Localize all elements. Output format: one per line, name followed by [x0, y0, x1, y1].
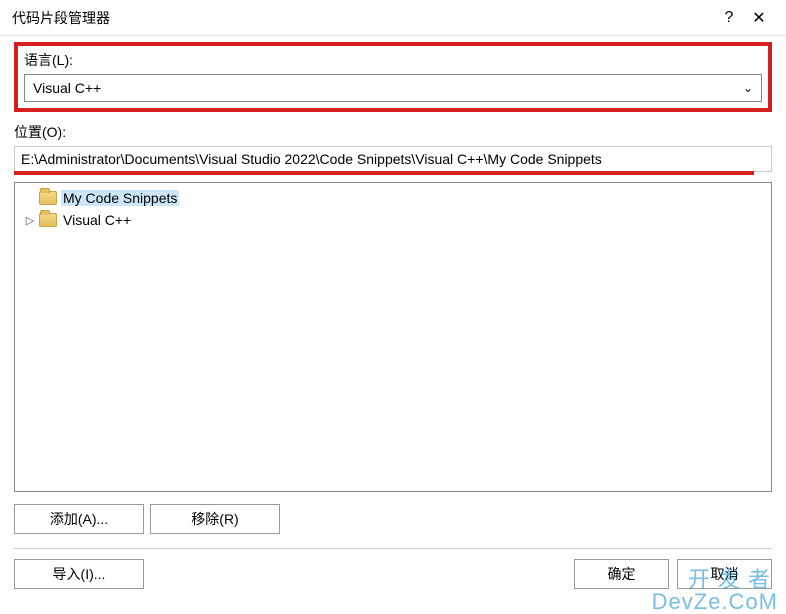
- cancel-button[interactable]: 取消: [677, 559, 772, 589]
- language-label: 语言(L):: [24, 50, 762, 70]
- tree-item-label: Visual C++: [61, 212, 133, 228]
- language-dropdown[interactable]: Visual C++ ⌄: [24, 74, 762, 102]
- remove-button[interactable]: 移除(R): [150, 504, 280, 534]
- ok-button[interactable]: 确定: [574, 559, 669, 589]
- add-button[interactable]: 添加(A)...: [14, 504, 144, 534]
- close-button[interactable]: ✕: [744, 6, 774, 30]
- location-input[interactable]: [14, 146, 772, 172]
- window-title: 代码片段管理器: [12, 8, 714, 28]
- folder-icon: [39, 213, 57, 227]
- folder-icon: [39, 191, 57, 205]
- tree-item-label: My Code Snippets: [61, 190, 179, 206]
- tree-item-visual-cpp[interactable]: ▷ Visual C++: [17, 209, 769, 231]
- location-highlight-underline: [14, 171, 754, 175]
- watermark-line2: DevZe.CoM: [652, 591, 778, 613]
- folder-tree[interactable]: My Code Snippets ▷ Visual C++: [14, 182, 772, 492]
- location-label: 位置(O):: [14, 122, 772, 142]
- help-button[interactable]: ?: [714, 6, 744, 30]
- chevron-down-icon: ⌄: [743, 81, 753, 95]
- import-button[interactable]: 导入(I)...: [14, 559, 144, 589]
- language-section-highlight: 语言(L): Visual C++ ⌄: [14, 42, 772, 112]
- tree-item-my-code-snippets[interactable]: My Code Snippets: [17, 187, 769, 209]
- separator: [14, 548, 772, 549]
- chevron-right-icon[interactable]: ▷: [23, 214, 37, 227]
- language-selected-value: Visual C++: [33, 80, 101, 96]
- titlebar: 代码片段管理器 ? ✕: [0, 0, 786, 36]
